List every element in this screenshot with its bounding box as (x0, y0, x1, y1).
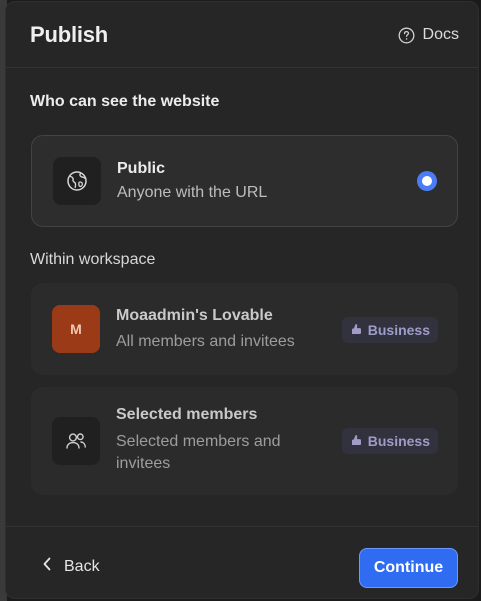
business-badge: Business (341, 317, 438, 343)
docs-label: Docs (422, 26, 459, 43)
workspace-description: All members and invitees (116, 333, 295, 350)
dialog-title: Publish (30, 22, 109, 47)
option-public[interactable]: Public Anyone with the URL (31, 135, 458, 227)
dialog-header: Publish Docs (6, 2, 478, 68)
hand-icon (350, 322, 362, 338)
page: Publish Docs Who can see the website Pub… (0, 0, 481, 601)
back-button[interactable]: Back (42, 557, 100, 576)
business-badge: Business (341, 428, 438, 454)
chevron-left-icon (42, 557, 52, 576)
docs-link[interactable]: Docs (398, 26, 459, 44)
option-workspace[interactable]: M Moaadmin's Lovable All members and inv… (31, 283, 458, 375)
dialog-footer: Back Continue (6, 526, 478, 598)
selected-members-description-line2: invitees (116, 455, 171, 472)
globe-icon (53, 157, 101, 205)
workspace-avatar: M (52, 305, 100, 353)
workspace-heading: Within workspace (30, 251, 156, 268)
users-icon (52, 417, 100, 465)
continue-button[interactable]: Continue (359, 548, 458, 588)
public-radio[interactable] (417, 171, 437, 191)
radio-selected-dot (422, 176, 432, 186)
public-title: Public (117, 160, 166, 177)
publish-dialog: Publish Docs Who can see the website Pub… (5, 1, 479, 599)
selected-members-title: Selected members (116, 406, 258, 423)
business-badge-label: Business (367, 433, 430, 449)
visibility-heading: Who can see the website (30, 93, 220, 110)
workspace-title: Moaadmin's Lovable (116, 307, 273, 324)
hand-icon (350, 433, 362, 449)
selected-members-description-line1: Selected members and (116, 433, 281, 450)
business-badge-label: Business (367, 322, 430, 338)
public-description: Anyone with the URL (117, 184, 268, 201)
option-selected-members[interactable]: Selected members Selected members and in… (31, 387, 458, 495)
question-circle-icon (398, 27, 415, 44)
back-label: Back (64, 557, 100, 575)
